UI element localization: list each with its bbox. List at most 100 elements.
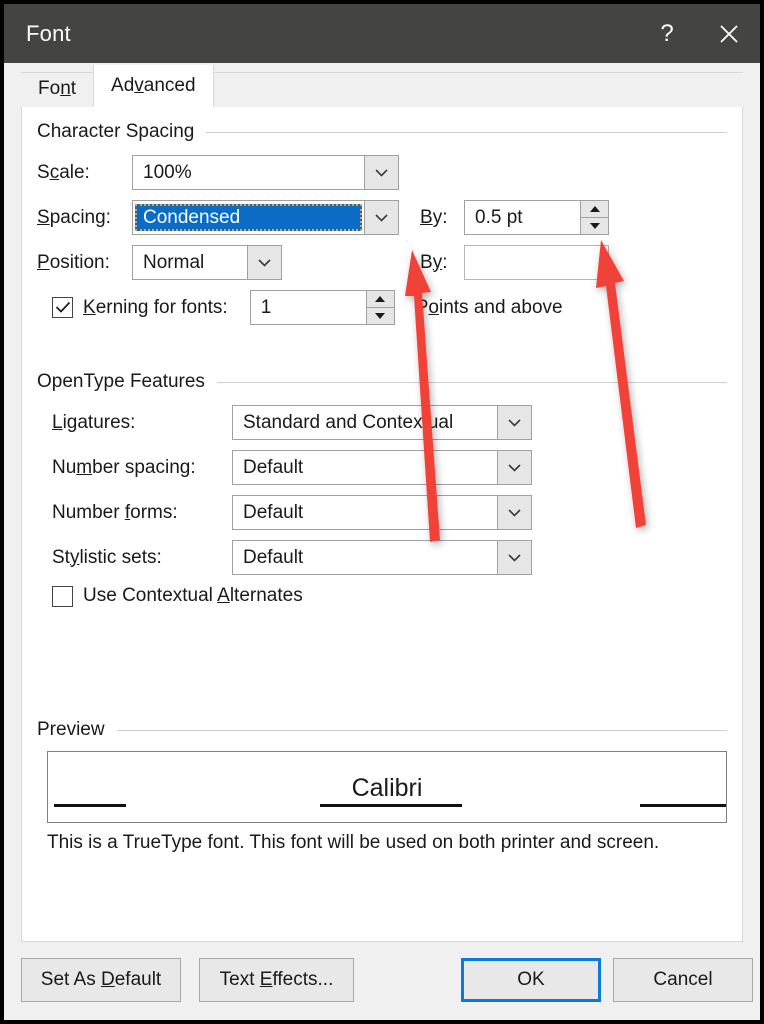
chevron-down-icon[interactable] (497, 451, 531, 484)
text-effects-label: Text Effects... (219, 969, 334, 990)
number-forms-combobox[interactable]: Default (232, 495, 532, 530)
contextual-alternates-row: Use Contextual Alternates (52, 585, 303, 607)
spacing-by-value: 0.5 pt (475, 206, 523, 228)
ligatures-combobox[interactable]: Standard and Contextual (232, 405, 532, 440)
scale-row: Scale: 100% (37, 155, 399, 190)
dialog-footer: Set As Default Text Effects... OK Cancel (4, 942, 760, 1020)
font-preview-inner: Calibri (48, 752, 726, 822)
position-by-row: By: (420, 245, 609, 280)
tab-font[interactable]: Font (21, 71, 93, 107)
cancel-label: Cancel (653, 969, 713, 990)
preview-sample-text: Calibri (351, 774, 423, 802)
scale-combobox[interactable]: 100% (132, 155, 399, 190)
advanced-tab-panel: Character Spacing Scale: 100% Spacing: C… (21, 107, 743, 942)
cancel-button[interactable]: Cancel (613, 958, 753, 1002)
title-bar: Font ? (4, 4, 760, 63)
preview-rule-mid (320, 804, 462, 807)
tab-advanced-label: Advanced (111, 75, 196, 96)
position-by-label: By: (420, 251, 448, 273)
opentype-features-title: OpenType Features (37, 371, 205, 392)
kerning-suffix-label: Points and above (415, 296, 563, 318)
set-as-default-button[interactable]: Set As Default (21, 958, 181, 1002)
spacing-by-label: By: (420, 206, 448, 228)
number-forms-label: Number forms: (52, 501, 178, 523)
spacing-value: Condensed (135, 204, 362, 231)
kerning-label: Kerning for fonts: (83, 296, 228, 318)
set-as-default-label: Set As Default (40, 969, 162, 990)
spacing-combobox[interactable]: Condensed (132, 200, 399, 235)
help-icon[interactable]: ? (636, 4, 698, 63)
kerning-row: Kerning for fonts: 1 Points and above (52, 290, 563, 325)
scale-value: 100% (143, 161, 192, 183)
ligatures-label: Ligatures: (52, 411, 136, 433)
preview-rule-left (54, 804, 126, 807)
kerning-spin-buttons[interactable] (365, 291, 394, 324)
character-spacing-group: Character Spacing (22, 121, 742, 143)
number-spacing-label: Number spacing: (52, 456, 196, 478)
checkbox-checked-icon[interactable] (52, 297, 73, 318)
scale-label: Scale: (37, 161, 90, 183)
chevron-down-icon[interactable] (497, 406, 531, 439)
spin-up-icon[interactable] (366, 291, 394, 308)
position-row: Position: Normal (37, 245, 282, 280)
position-label: Position: (37, 251, 110, 273)
stylistic-sets-value: Default (243, 546, 304, 568)
chevron-down-icon[interactable] (497, 541, 531, 574)
number-spacing-row: Number spacing: Default (52, 450, 532, 485)
spacing-row: Spacing: Condensed (37, 200, 399, 235)
contextual-alternates-checkbox[interactable]: Use Contextual Alternates (52, 585, 303, 607)
chevron-down-icon[interactable] (497, 496, 531, 529)
preview-header: Preview (22, 719, 742, 741)
character-spacing-title: Character Spacing (37, 121, 195, 142)
opentype-features-header: OpenType Features (22, 371, 742, 393)
ligatures-value: Standard and Contextual (243, 411, 454, 433)
group-divider-line (116, 729, 727, 731)
preview-group: Preview (22, 719, 742, 741)
font-type-note: This is a TrueType font. This font will … (47, 832, 660, 853)
kerning-size-spinner[interactable]: 1 (249, 290, 395, 325)
checkbox-unchecked-icon[interactable] (52, 585, 73, 607)
group-divider-line (206, 131, 727, 133)
group-divider-line (216, 381, 727, 383)
number-spacing-value: Default (243, 456, 304, 478)
tab-strip: Font Advanced (4, 63, 760, 107)
opentype-features-group: OpenType Features (22, 371, 742, 393)
font-preview-box: Calibri (47, 751, 727, 823)
font-dialog-window: Font ? Font Advanced Character Spacing S… (0, 0, 764, 1024)
stylistic-sets-combobox[interactable]: Default (232, 540, 532, 575)
close-x-icon[interactable] (698, 4, 760, 63)
preview-rule-right (640, 804, 726, 807)
kerning-size-value: 1 (260, 296, 272, 318)
position-value: Normal (143, 251, 205, 273)
stylistic-sets-label: Stylistic sets: (52, 546, 162, 568)
text-effects-button[interactable]: Text Effects... (199, 958, 354, 1002)
spin-up-icon[interactable] (581, 201, 608, 218)
position-by-value (465, 246, 608, 252)
stylistic-sets-row: Stylistic sets: Default (52, 540, 532, 575)
spacing-dropdown-button[interactable] (364, 201, 398, 234)
ligatures-row: Ligatures: Standard and Contextual (52, 405, 532, 440)
number-forms-value: Default (243, 501, 304, 523)
spin-down-icon[interactable] (366, 308, 394, 324)
preview-title: Preview (37, 719, 105, 740)
chevron-down-icon[interactable] (364, 156, 398, 189)
position-combobox[interactable]: Normal (132, 245, 282, 280)
number-spacing-combobox[interactable]: Default (232, 450, 532, 485)
spacing-label: Spacing: (37, 206, 111, 228)
spin-down-icon[interactable] (581, 218, 608, 234)
window-controls: ? (636, 4, 760, 63)
contextual-alternates-label: Use Contextual Alternates (83, 585, 303, 606)
tab-font-label: Font (38, 78, 77, 99)
position-by-input[interactable] (464, 245, 609, 280)
dialog-title: Font (26, 20, 71, 46)
number-forms-row: Number forms: Default (52, 495, 532, 530)
chevron-down-icon[interactable] (247, 246, 281, 279)
spacing-by-spinner[interactable]: 0.5 pt (464, 200, 609, 235)
character-spacing-header: Character Spacing (22, 121, 742, 143)
spacing-by-spin-buttons[interactable] (580, 201, 608, 234)
ok-button[interactable]: OK (461, 958, 601, 1002)
kerning-checkbox[interactable]: Kerning for fonts: (52, 297, 228, 319)
ok-label: OK (517, 969, 545, 990)
spacing-by-row: By: 0.5 pt (420, 200, 609, 235)
tab-advanced[interactable]: Advanced (93, 65, 214, 107)
